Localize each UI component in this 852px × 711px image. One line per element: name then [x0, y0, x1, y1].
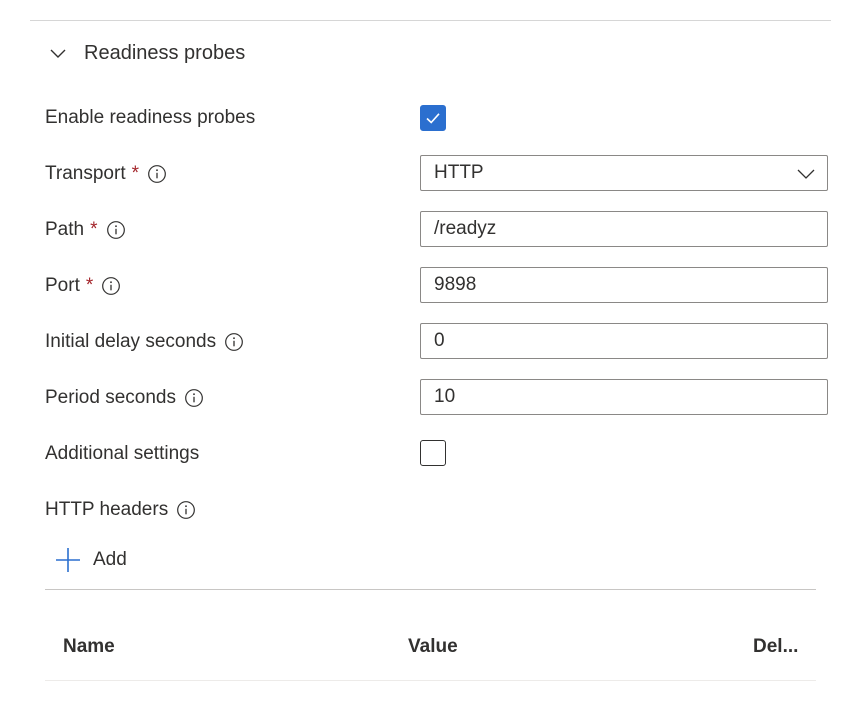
required-mark: * [131, 163, 140, 184]
chevron-down-icon [796, 163, 816, 183]
period-input[interactable] [420, 379, 828, 415]
info-icon[interactable] [176, 500, 196, 520]
http-headers-label: HTTP headers [45, 499, 169, 520]
info-icon[interactable] [224, 332, 244, 352]
initial-delay-input[interactable] [420, 323, 828, 359]
enable-readiness-checkbox[interactable] [420, 105, 446, 131]
add-header-button[interactable]: Add [55, 543, 127, 577]
transport-row: Transport * HTTP [45, 155, 828, 192]
enable-readiness-label: Enable readiness probes [45, 107, 256, 128]
grid-top-divider [45, 589, 816, 590]
period-label: Period seconds [45, 387, 176, 408]
period-label-group: Period seconds [45, 387, 204, 409]
add-icon [55, 547, 81, 573]
transport-label-group: Transport * [45, 163, 167, 185]
enable-readiness-row: Enable readiness probes [45, 100, 816, 136]
transport-label: Transport [45, 163, 126, 184]
path-label: Path [45, 219, 85, 240]
required-mark: * [90, 219, 98, 240]
port-row: Port * [45, 267, 828, 304]
info-icon[interactable] [147, 164, 167, 184]
http-headers-row: HTTP headers [45, 492, 816, 528]
transport-dropdown[interactable]: HTTP [420, 155, 828, 191]
initial-delay-label: Initial delay seconds [45, 331, 217, 352]
headers-grid-header: Name Value Del... [45, 628, 816, 666]
column-header-delete[interactable]: Del... [753, 628, 798, 666]
chevron-down-icon [45, 40, 71, 66]
initial-delay-row: Initial delay seconds [45, 323, 828, 360]
column-header-name[interactable]: Name [63, 628, 115, 666]
required-mark: * [85, 275, 94, 296]
additional-settings-label: Additional settings [45, 443, 200, 464]
column-header-value[interactable]: Value [408, 628, 458, 666]
checkmark-icon [426, 113, 440, 124]
initial-delay-label-group: Initial delay seconds [45, 331, 244, 353]
http-headers-label-group: HTTP headers [45, 499, 196, 521]
top-divider [30, 20, 831, 21]
info-icon[interactable] [101, 276, 121, 296]
port-input[interactable] [420, 267, 828, 303]
section-title: Readiness probes [84, 41, 246, 64]
transport-selected-value: HTTP [434, 162, 484, 183]
path-row: Path * [45, 211, 828, 248]
additional-settings-row: Additional settings [45, 436, 816, 472]
grid-bottom-divider [45, 680, 816, 681]
path-label-group: Path * [45, 219, 126, 241]
path-input[interactable] [420, 211, 828, 247]
info-icon[interactable] [106, 220, 126, 240]
readiness-probes-section-toggle[interactable]: Readiness probes [45, 36, 245, 70]
additional-settings-checkbox[interactable] [420, 440, 446, 466]
info-icon[interactable] [184, 388, 204, 408]
port-label-group: Port * [45, 275, 121, 297]
period-row: Period seconds [45, 379, 828, 416]
port-label: Port [45, 275, 80, 296]
add-label: Add [93, 549, 127, 570]
